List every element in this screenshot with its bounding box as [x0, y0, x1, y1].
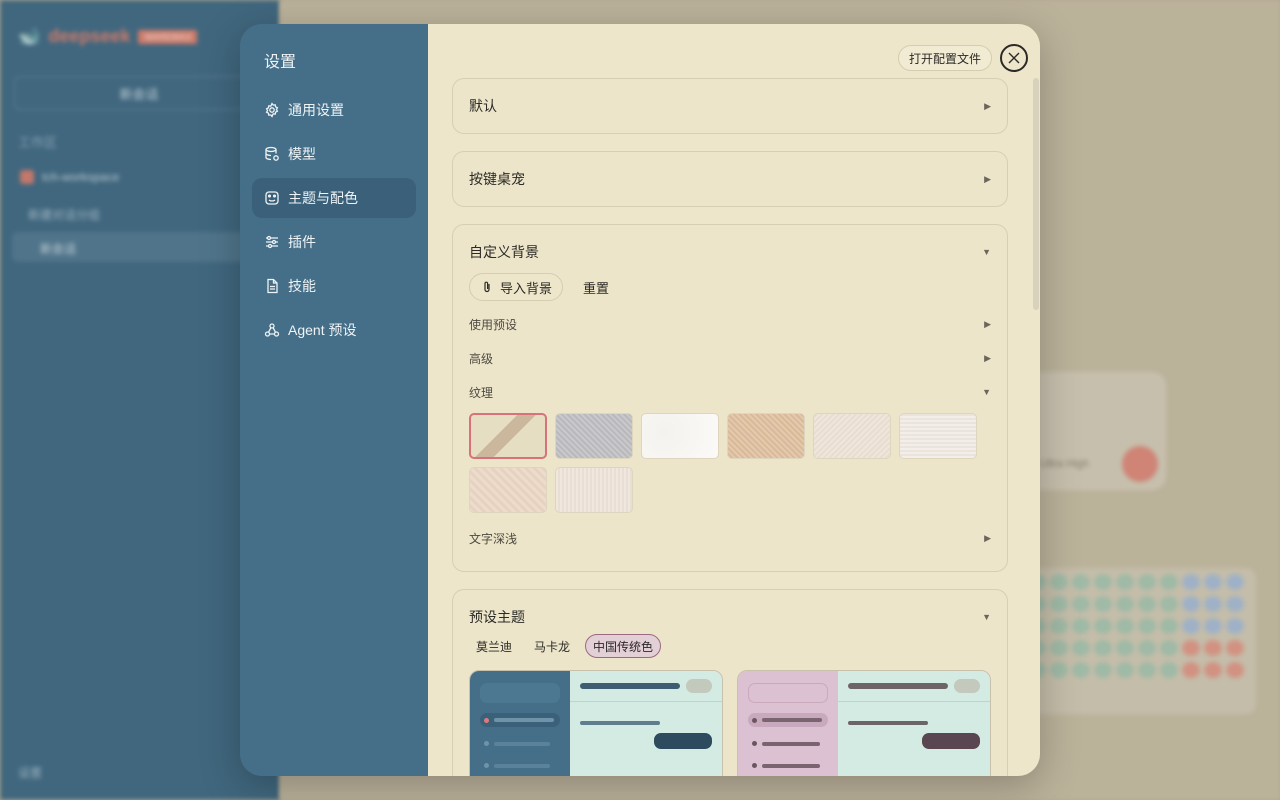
theme-category-tabs: 莫兰迪 马卡龙 中国传统色 [469, 634, 991, 658]
tab-morandi[interactable]: 莫兰迪 [469, 634, 519, 658]
panel-custom-background-header[interactable]: 自定义背景 ▼ [453, 225, 1007, 279]
text-depth-row[interactable]: 文字深浅 ▶ [469, 521, 991, 555]
tab-chinese-traditional[interactable]: 中国传统色 [585, 634, 662, 658]
close-icon [1008, 52, 1020, 64]
texture-row[interactable]: 纹理 ▼ [469, 375, 991, 409]
triangle-right-icon: ▶ [984, 532, 991, 543]
settings-modal: 设置 通用设置 模型 主题与配色 插件 技能 Agent 预设 打开配置文件 默… [240, 24, 1040, 776]
triangle-down-icon: ▼ [982, 247, 991, 257]
triangle-right-icon: ▶ [984, 173, 991, 184]
panel-keyboard-pet: 按键桌宠 ▶ [452, 151, 1008, 207]
texture-swatch[interactable] [899, 413, 977, 459]
texture-swatch[interactable] [555, 413, 633, 459]
background-action-row: 导入背景 重置 [469, 273, 991, 301]
panel-preset-theme: 预设主题 ▼ 莫兰迪 马卡龙 中国传统色 [452, 589, 1008, 776]
texture-swatch[interactable] [641, 413, 719, 459]
content-scrollbar[interactable] [1033, 78, 1039, 310]
preview-sidebar [470, 671, 570, 776]
texture-none-swatch[interactable] [469, 413, 547, 459]
nav-item-general[interactable]: 通用设置 [252, 90, 416, 130]
content-topbar: 打开配置文件 [897, 44, 1028, 72]
settings-panels: 默认 ▶ 按键桌宠 ▶ 自定义背景 ▼ 导入背景 重置 使用预设 ▶ 高级 ▶ … [452, 78, 1008, 776]
settings-nav: 设置 通用设置 模型 主题与配色 插件 技能 Agent 预设 [240, 24, 428, 776]
settings-title: 设置 [264, 54, 297, 71]
document-icon [267, 278, 278, 294]
nav-item-skills[interactable]: 技能 [252, 266, 416, 306]
theme-previews [469, 670, 991, 776]
settings-content: 打开配置文件 默认 ▶ 按键桌宠 ▶ 自定义背景 ▼ 导入背景 重置 使用预设 … [428, 24, 1040, 776]
tab-macaron[interactable]: 马卡龙 [527, 634, 577, 658]
open-config-button[interactable]: 打开配置文件 [897, 45, 992, 71]
close-button[interactable] [1000, 44, 1028, 72]
advanced-row[interactable]: 高级 ▶ [469, 341, 991, 375]
texture-swatch[interactable] [813, 413, 891, 459]
gear-icon [265, 102, 279, 118]
panel-keyboard-pet-header[interactable]: 按键桌宠 ▶ [453, 152, 1007, 206]
triangle-right-icon: ▶ [984, 318, 991, 329]
triangle-right-icon: ▶ [984, 352, 991, 363]
nav-item-theme[interactable]: 主题与配色 [252, 178, 416, 218]
panel-default-header[interactable]: 默认 ▶ [453, 79, 1007, 133]
nav-item-model[interactable]: 模型 [252, 134, 416, 174]
theme-preview-card[interactable] [469, 670, 723, 776]
texture-swatch[interactable] [469, 467, 547, 513]
triangle-right-icon: ▶ [984, 100, 991, 111]
palette-icon [265, 191, 279, 205]
panel-custom-background: 自定义背景 ▼ 导入背景 重置 使用预设 ▶ 高级 ▶ 纹理 ▼ 文字深浅 ▶ [452, 224, 1008, 572]
texture-grid [469, 413, 991, 513]
triangle-down-icon: ▼ [982, 387, 991, 397]
panel-default: 默认 ▶ [452, 78, 1008, 134]
triangle-down-icon: ▼ [982, 612, 991, 622]
database-icon [265, 146, 279, 161]
import-background-button[interactable]: 导入背景 [469, 273, 564, 301]
sliders-icon [266, 235, 278, 249]
paperclip-icon [484, 281, 490, 293]
preview-main [838, 671, 990, 776]
panel-custom-background-body: 导入背景 重置 使用预设 ▶ 高级 ▶ 纹理 ▼ 文字深浅 ▶ [453, 273, 1007, 571]
theme-preview-card[interactable] [737, 670, 991, 776]
preview-main [570, 671, 722, 776]
texture-swatch[interactable] [555, 467, 633, 513]
texture-swatch[interactable] [727, 413, 805, 459]
reset-background-button[interactable]: 重置 [573, 273, 619, 301]
nav-item-plugins[interactable]: 插件 [252, 222, 416, 262]
panel-preset-theme-body: 莫兰迪 马卡龙 中国传统色 [453, 634, 1007, 776]
nav-item-agent-presets[interactable]: Agent 预设 [252, 310, 416, 350]
preview-sidebar [738, 671, 838, 776]
use-preset-row[interactable]: 使用预设 ▶ [469, 307, 991, 341]
agent-icon [264, 323, 280, 337]
